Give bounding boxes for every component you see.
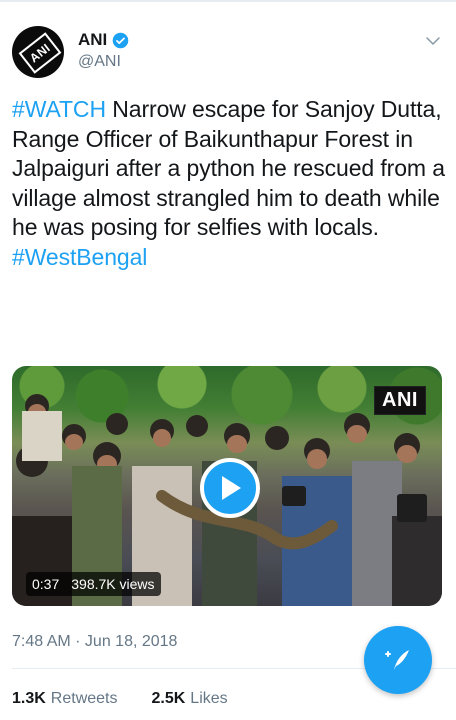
retweets-stat[interactable]: 1.3K Retweets xyxy=(12,690,118,708)
author-handle[interactable]: @ANI xyxy=(78,53,121,71)
video-player[interactable]: ANI 0:37 398.7K views xyxy=(12,366,442,606)
video-duration: 0:37 xyxy=(32,576,60,592)
likes-stat[interactable]: 2.5K Likes xyxy=(152,690,228,708)
author-name[interactable]: ANI xyxy=(78,30,107,50)
engagement-stats: 1.3K Retweets 2.5K Likes xyxy=(12,690,262,708)
video-meta: 0:37 398.7K views xyxy=(26,572,161,596)
avatar-logo: ANI xyxy=(18,32,62,74)
author-row[interactable]: ANI xyxy=(78,30,129,50)
compose-tweet-button[interactable] xyxy=(364,626,432,694)
tweet-timestamp[interactable]: 7:48 AM · Jun 18, 2018 xyxy=(12,633,177,651)
tweet-text: #WATCH Narrow escape for Sanjoy Dutta, R… xyxy=(12,95,448,273)
hashtag-watch[interactable]: #WATCH xyxy=(12,96,106,122)
play-button[interactable] xyxy=(200,458,260,518)
chevron-down-icon[interactable] xyxy=(424,32,442,50)
likes-count: 2.5K xyxy=(151,690,186,707)
video-views: 398.7K views xyxy=(71,576,155,592)
play-icon xyxy=(222,476,241,500)
compose-tweet-icon xyxy=(385,650,409,670)
retweets-label: Retweets xyxy=(50,690,118,707)
avatar[interactable]: ANI xyxy=(12,26,64,78)
likes-label: Likes xyxy=(190,690,228,707)
video-watermark: ANI xyxy=(374,386,426,415)
verified-badge-icon xyxy=(112,32,129,48)
hashtag-westbengal[interactable]: #WestBengal xyxy=(12,244,147,270)
retweets-count: 1.3K xyxy=(12,690,46,707)
top-divider xyxy=(0,0,456,2)
